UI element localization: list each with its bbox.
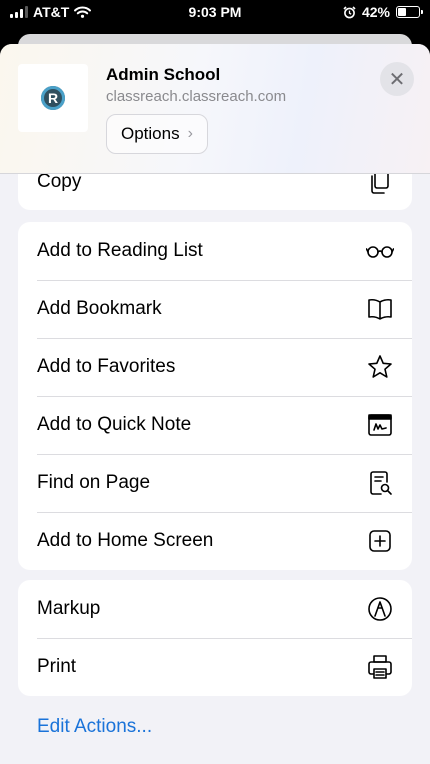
action-label: Add to Reading List [37,240,203,261]
action-label: Markup [37,598,101,619]
action-row-home-screen[interactable]: Add to Home Screen [18,512,412,570]
share-sheet: R Admin School classreach.classreach.com… [0,44,430,764]
quick-note-icon [366,411,394,439]
action-label: Print [37,656,77,677]
star-icon [366,353,394,381]
action-row-print[interactable]: Print [18,638,412,696]
status-bar: AT&T 9:03 PM 42% [0,0,430,26]
action-row-quick-note[interactable]: Add to Quick Note [18,396,412,454]
action-row-reading-list[interactable]: Add to Reading List [18,222,412,280]
action-label: Copy [37,171,82,192]
site-url: classreach.classreach.com [106,88,287,105]
close-icon: ✕ [388,68,406,91]
action-label: Add to Favorites [37,356,176,377]
battery-fill [398,8,407,16]
site-title: Admin School [106,65,221,84]
action-group-main: Add to Reading List Add Bookmark Add to … [18,222,412,570]
chevron-right-icon: › [187,125,193,142]
action-row-markup[interactable]: Markup [18,580,412,638]
action-group-other: Markup Print [18,580,412,696]
action-label: Find on Page [37,472,151,493]
close-button[interactable]: ✕ [380,62,414,96]
status-right: 42% [343,4,423,20]
action-row-find-on-page[interactable]: Find on Page [18,454,412,512]
book-icon [366,295,394,323]
glasses-icon [366,237,394,265]
plus-square-icon [366,527,394,555]
share-sheet-header: R Admin School classreach.classreach.com… [0,44,430,174]
find-doc-icon [366,469,394,497]
action-row-bookmark[interactable]: Add Bookmark [18,280,412,338]
edit-actions-link[interactable]: Edit Actions... [37,716,152,738]
action-label: Add to Quick Note [37,414,192,435]
action-label: Add Bookmark [37,298,162,319]
battery-icon [396,6,423,18]
printer-icon [366,653,394,681]
site-thumbnail: R [18,64,88,132]
classreach-logo: R [41,86,65,110]
options-button[interactable]: Options › [106,114,208,154]
action-label: Add to Home Screen [37,530,214,551]
battery-percent: 42% [361,4,390,20]
action-row-favorites[interactable]: Add to Favorites [18,338,412,396]
options-label: Options [121,124,180,143]
alarm-icon [343,5,356,18]
markup-pen-icon [366,595,394,623]
